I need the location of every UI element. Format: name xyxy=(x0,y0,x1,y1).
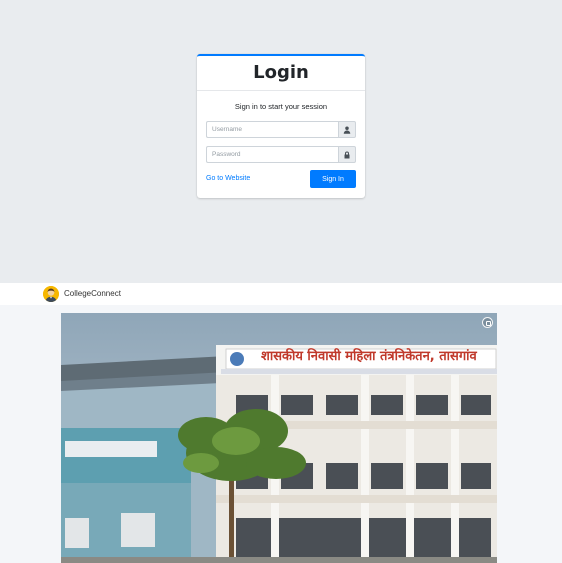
app-header: CollegeConnect xyxy=(0,283,562,305)
login-page: Login Sign in to start your session Go t… xyxy=(0,0,562,283)
avatar-person-icon xyxy=(43,286,59,302)
lock-icon xyxy=(338,146,356,163)
login-card: Login Sign in to start your session Go t… xyxy=(197,54,365,198)
expand-icon[interactable] xyxy=(482,317,493,328)
login-title: Login xyxy=(253,62,309,83)
avatar[interactable] xyxy=(43,286,59,302)
go-to-website-link[interactable]: Go to Website xyxy=(206,175,250,182)
college-building-photo: शासकीय निवासी महिला तंत्रनिकेतन, तासगांव xyxy=(61,313,497,563)
gallery-area: शासकीय निवासी महिला तंत्रनिकेतन, तासगांव xyxy=(0,305,562,563)
brand-name: CollegeConnect xyxy=(64,289,121,298)
user-icon xyxy=(338,121,356,138)
sign-in-button[interactable]: Sign In xyxy=(310,170,356,188)
password-input[interactable] xyxy=(206,146,338,163)
password-group xyxy=(206,146,356,163)
login-card-header: Login xyxy=(197,56,365,91)
banner-text: शासकीय निवासी महिला तंत्रनिकेतन, तासगांव xyxy=(261,349,477,364)
username-input[interactable] xyxy=(206,121,338,138)
login-subtitle: Sign in to start your session xyxy=(234,102,328,111)
username-group xyxy=(206,121,356,138)
